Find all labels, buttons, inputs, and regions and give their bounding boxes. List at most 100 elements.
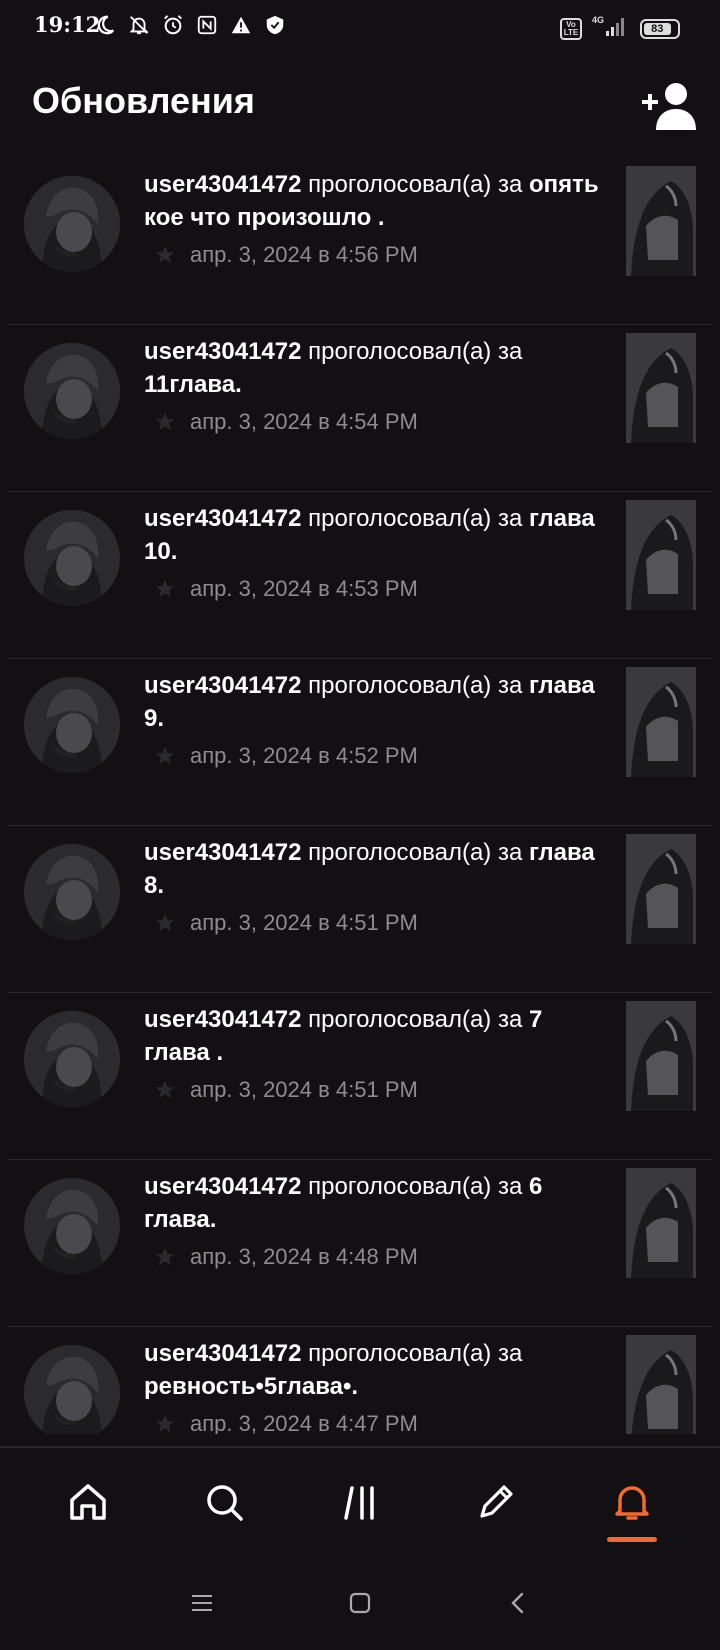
list-item[interactable]: user43041472 проголосовал(а) за глава 8.…	[8, 826, 712, 993]
battery-icon: 83	[640, 18, 680, 39]
write-icon[interactable]	[460, 1466, 532, 1538]
item-text: user43041472 проголосовал(а) за глава 8.	[144, 836, 604, 902]
avatar[interactable]	[24, 1345, 120, 1434]
star-icon	[155, 746, 175, 765]
bottom-nav	[0, 1446, 720, 1556]
star-icon	[155, 245, 175, 264]
username[interactable]: user43041472	[144, 1340, 301, 1367]
story-part-title[interactable]: ревность•5глава•.	[144, 1373, 358, 1400]
avatar[interactable]	[24, 844, 120, 940]
item-meta: апр. 3, 2024 в 4:56 PM	[154, 242, 418, 268]
action-text: проголосовал(а) за	[301, 672, 529, 699]
list-item[interactable]: user43041472 проголосовал(а) за опять ко…	[8, 158, 712, 325]
warning-icon	[228, 12, 253, 37]
star-icon	[155, 579, 175, 598]
item-meta: апр. 3, 2024 в 4:52 PM	[154, 743, 418, 769]
timestamp: апр. 3, 2024 в 4:54 PM	[190, 409, 418, 434]
list-item[interactable]: user43041472 проголосовал(а) за глава 9.…	[8, 659, 712, 826]
avatar[interactable]	[24, 677, 120, 773]
story-cover[interactable]	[626, 667, 696, 777]
item-meta: апр. 3, 2024 в 4:54 PM	[154, 409, 418, 435]
action-text: проголосовал(а) за	[301, 1173, 529, 1200]
action-text: проголосовал(а) за	[301, 505, 529, 532]
username[interactable]: user43041472	[144, 338, 301, 365]
avatar[interactable]	[24, 1178, 120, 1274]
action-text: проголосовал(а) за	[301, 839, 529, 866]
add-user-icon[interactable]	[640, 80, 698, 132]
home-square-icon[interactable]	[340, 1583, 380, 1623]
list-item[interactable]: user43041472 проголосовал(а) за 6 глава.…	[8, 1160, 712, 1327]
list-item[interactable]: user43041472 проголосовал(а) за глава 10…	[8, 492, 712, 659]
action-text: проголосовал(а) за	[301, 171, 529, 198]
item-meta: апр. 3, 2024 в 4:51 PM	[154, 1077, 418, 1103]
status-right: Vo LTE 4G 83	[560, 14, 680, 43]
status-time: 19:12	[34, 12, 101, 37]
action-text: проголосовал(а) за	[301, 1340, 523, 1367]
signal-icon: 4G	[592, 14, 630, 43]
star-icon	[155, 1414, 175, 1433]
library-icon[interactable]	[324, 1466, 396, 1538]
item-text: user43041472 проголосовал(а) за глава 9.	[144, 669, 604, 735]
battery-level: 83	[644, 22, 671, 35]
star-icon	[155, 412, 175, 431]
timestamp: апр. 3, 2024 в 4:48 PM	[190, 1244, 418, 1269]
list-item[interactable]: user43041472 проголосовал(а) за ревность…	[8, 1327, 712, 1434]
timestamp: апр. 3, 2024 в 4:53 PM	[190, 576, 418, 601]
avatar[interactable]	[24, 343, 120, 439]
back-icon[interactable]	[498, 1583, 538, 1623]
timestamp: апр. 3, 2024 в 4:56 PM	[190, 242, 418, 267]
item-text: user43041472 проголосовал(а) за ревность…	[144, 1337, 604, 1403]
timestamp: апр. 3, 2024 в 4:51 PM	[190, 1077, 418, 1102]
username[interactable]: user43041472	[144, 1006, 301, 1033]
svg-text:4G: 4G	[592, 15, 604, 25]
timestamp: апр. 3, 2024 в 4:47 PM	[190, 1411, 418, 1434]
search-icon[interactable]	[188, 1466, 260, 1538]
star-icon	[155, 1080, 175, 1099]
story-cover[interactable]	[626, 166, 696, 276]
avatar[interactable]	[24, 510, 120, 606]
list-item[interactable]: user43041472 проголосовал(а) за 11глава.…	[8, 325, 712, 492]
action-text: проголосовал(а) за	[301, 1006, 529, 1033]
page-title: Обновления	[32, 80, 255, 121]
action-text: проголосовал(а) за	[301, 338, 523, 365]
story-cover[interactable]	[626, 834, 696, 944]
avatar[interactable]	[24, 176, 120, 272]
username[interactable]: user43041472	[144, 839, 301, 866]
item-meta: апр. 3, 2024 в 4:53 PM	[154, 576, 418, 602]
list-item[interactable]: user43041472 проголосовал(а) за 7 глава …	[8, 993, 712, 1160]
active-tab-indicator	[607, 1537, 657, 1542]
story-cover[interactable]	[626, 333, 696, 443]
item-text: user43041472 проголосовал(а) за глава 10…	[144, 502, 604, 568]
notifications-icon[interactable]	[596, 1466, 668, 1542]
item-text: user43041472 проголосовал(а) за опять ко…	[144, 168, 604, 234]
username[interactable]: user43041472	[144, 505, 301, 532]
username[interactable]: user43041472	[144, 1173, 301, 1200]
system-nav	[0, 1556, 720, 1650]
username[interactable]: user43041472	[144, 171, 301, 198]
story-cover[interactable]	[626, 500, 696, 610]
item-meta: апр. 3, 2024 в 4:47 PM	[154, 1411, 418, 1434]
username[interactable]: user43041472	[144, 672, 301, 699]
item-meta: апр. 3, 2024 в 4:48 PM	[154, 1244, 418, 1270]
avatar[interactable]	[24, 1011, 120, 1107]
shield-icon	[262, 12, 287, 37]
timestamp: апр. 3, 2024 в 4:52 PM	[190, 743, 418, 768]
story-cover[interactable]	[626, 1335, 696, 1434]
star-icon	[155, 1247, 175, 1266]
story-cover[interactable]	[626, 1001, 696, 1111]
home-icon[interactable]	[52, 1466, 124, 1538]
nfc-icon	[194, 12, 219, 37]
star-icon	[155, 913, 175, 932]
menu-icon[interactable]	[182, 1583, 222, 1623]
volte-icon: Vo LTE	[560, 17, 582, 40]
item-meta: апр. 3, 2024 в 4:51 PM	[154, 910, 418, 936]
story-cover[interactable]	[626, 1168, 696, 1278]
header: Обновления	[0, 60, 720, 150]
story-part-title[interactable]: 11глава.	[144, 371, 242, 398]
updates-feed[interactable]: user43041472 проголосовал(а) за опять ко…	[0, 158, 720, 1434]
timestamp: апр. 3, 2024 в 4:51 PM	[190, 910, 418, 935]
status-bar: 19:12 Vo LTE 4G 83	[0, 0, 720, 52]
item-text: user43041472 проголосовал(а) за 6 глава.	[144, 1170, 604, 1236]
item-text: user43041472 проголосовал(а) за 7 глава …	[144, 1003, 604, 1069]
alarm-icon	[160, 12, 185, 37]
